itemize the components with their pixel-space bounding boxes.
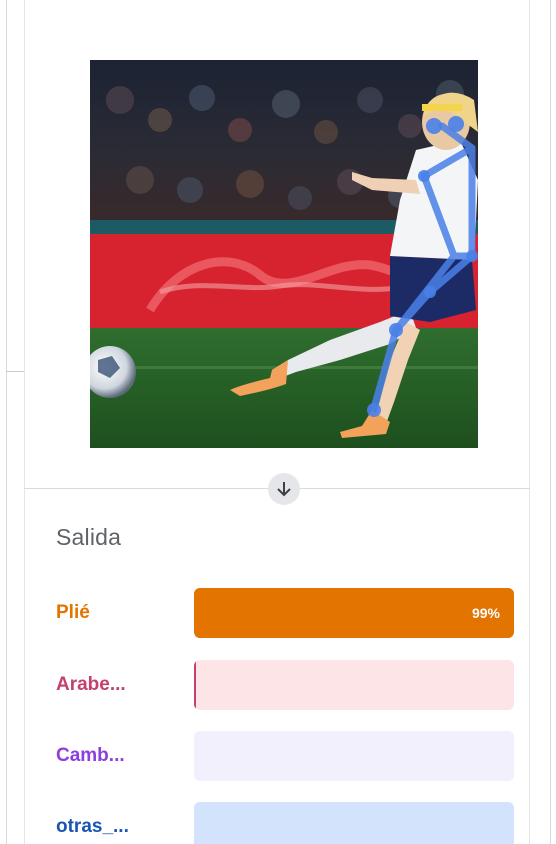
right-gutter-rule — [550, 0, 551, 844]
output-row-fill — [194, 588, 514, 638]
output-row-label: Plié — [56, 602, 90, 623]
right-gutter — [530, 0, 556, 844]
output-row-bar — [194, 660, 514, 710]
input-image — [90, 60, 478, 448]
output-row-bar — [194, 802, 514, 844]
output-row-label: Arabe... — [56, 674, 126, 695]
arrow-down-glyph — [277, 482, 291, 497]
left-gutter-rule — [6, 0, 7, 844]
output-row-label: Camb... — [56, 745, 125, 766]
pitch — [90, 328, 478, 448]
output-title: Salida — [56, 524, 122, 550]
connector-tick — [6, 371, 24, 372]
output-row-label: otras_... — [56, 816, 129, 837]
output-row-percent: 99% — [471, 605, 500, 621]
arrow-down-icon — [268, 473, 300, 505]
left-gutter — [0, 0, 24, 844]
app-window: Salida Plié 99% Arabe... Camb... otras_... — [0, 0, 556, 844]
output-row-fill — [194, 660, 197, 710]
output-row-bar: 99% — [194, 588, 514, 638]
output-row-bar — [194, 731, 514, 781]
